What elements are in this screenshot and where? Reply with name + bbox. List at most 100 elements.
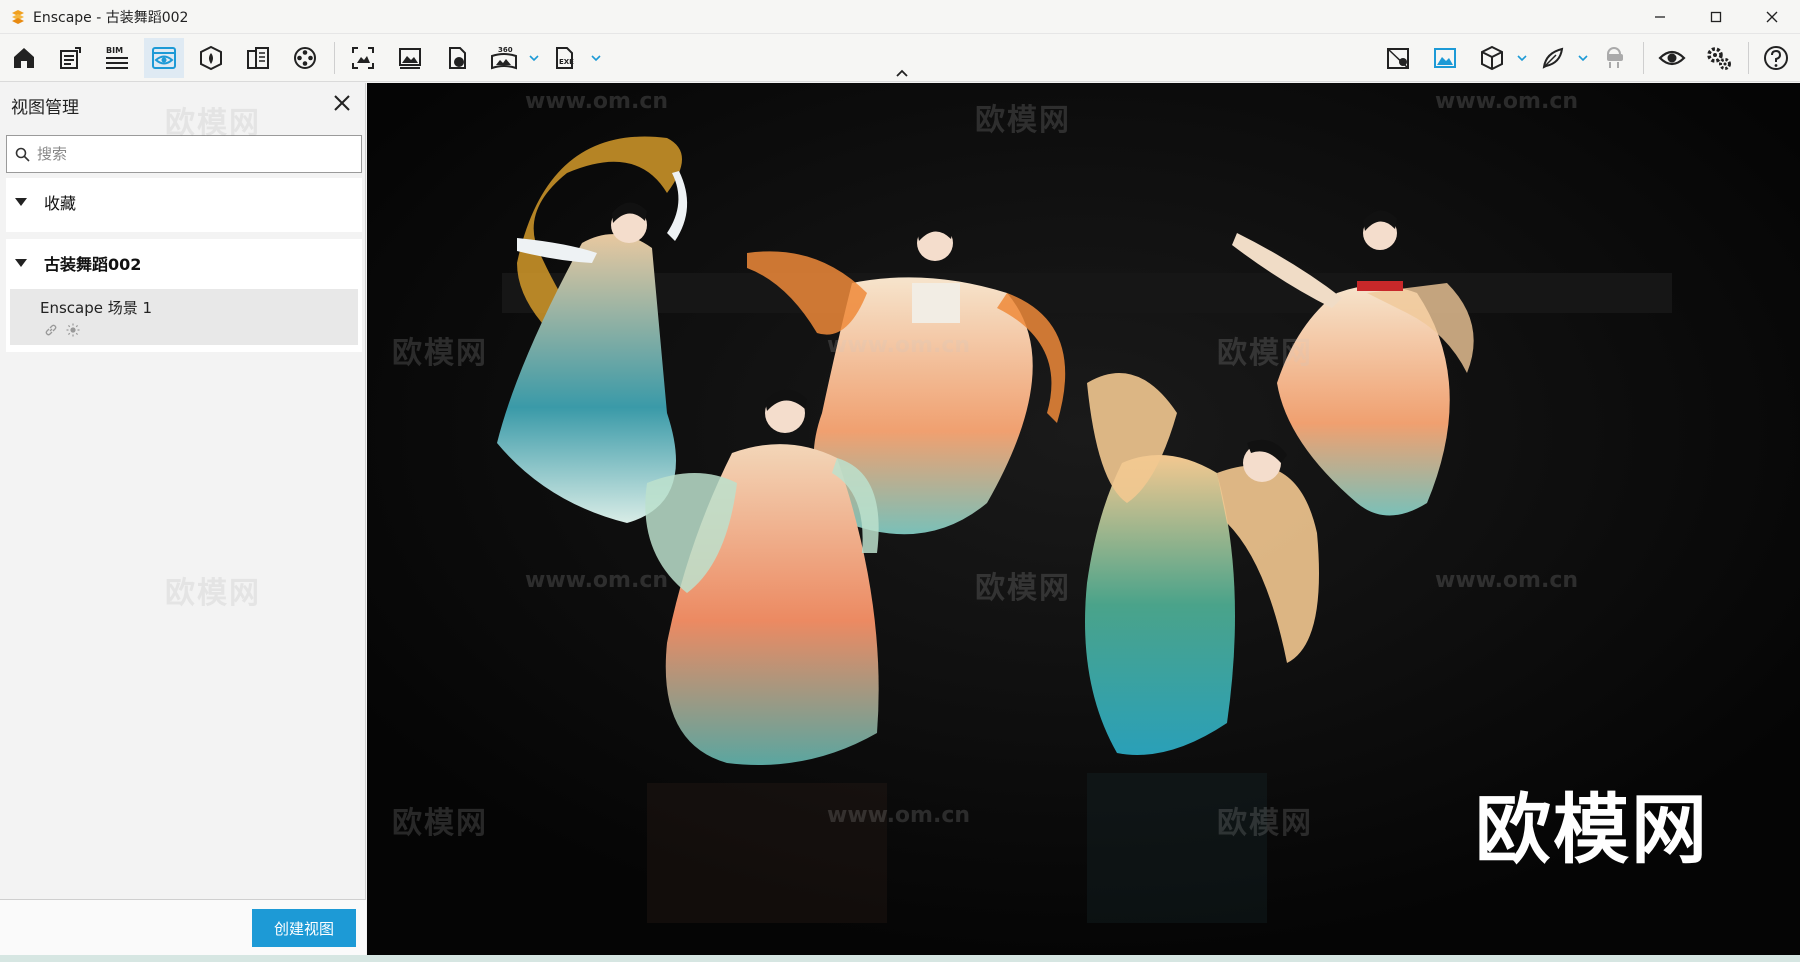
- general-settings-button[interactable]: [1699, 38, 1739, 78]
- export-web-button[interactable]: [437, 38, 477, 78]
- watermark: 欧模网: [1217, 806, 1313, 841]
- maximize-icon: [1710, 11, 1722, 23]
- view-management-panel: 视图管理 收藏 古装舞蹈002 Enscape 场景 1: [0, 83, 366, 955]
- notes-icon: [60, 47, 81, 69]
- project-header[interactable]: 古装舞蹈002: [6, 239, 362, 287]
- bim-icon: BIM: [106, 46, 128, 69]
- scene-name: Enscape 场景 1: [40, 299, 153, 317]
- visual-settings-button[interactable]: [1652, 38, 1692, 78]
- watermark: 欧模网: [392, 806, 488, 841]
- create-view-button[interactable]: 创建视图: [252, 909, 356, 947]
- watermark-url: www.om.cn: [827, 333, 971, 358]
- vr-headset-icon: [1607, 47, 1623, 68]
- chevron-up-icon: [896, 69, 908, 77]
- map-button[interactable]: [1378, 38, 1418, 78]
- batch-render-icon: [399, 48, 421, 69]
- atmosphere-icon: [200, 45, 222, 71]
- render-viewport[interactable]: www.om.cn 欧模网 www.om.cn 欧模网 www.om.cn 欧模…: [367, 83, 1800, 955]
- exe-label: EXE: [559, 58, 574, 66]
- home-icon: [14, 48, 34, 68]
- bim-button[interactable]: BIM: [97, 38, 137, 78]
- watermark: 欧模网: [975, 571, 1071, 606]
- watermark-url: www.om.cn: [827, 803, 971, 828]
- watermark: 欧模网: [392, 336, 488, 371]
- panorama-dropdown[interactable]: [528, 50, 540, 66]
- video-editor-button[interactable]: [285, 38, 325, 78]
- project-section: 古装舞蹈002 Enscape 场景 1: [6, 239, 362, 352]
- export-web-icon: [449, 47, 466, 69]
- toolbar-separator: [1643, 42, 1644, 74]
- link-icon[interactable]: [44, 323, 58, 337]
- render-window-icon: [1434, 48, 1456, 68]
- visual-settings-eye-icon: [1658, 50, 1686, 66]
- view-cube-dropdown[interactable]: [1516, 50, 1528, 66]
- panel-close-button[interactable]: [330, 91, 354, 115]
- toolbar-separator: [1748, 42, 1749, 74]
- feather-dropdown[interactable]: [1577, 50, 1589, 66]
- enscape-logo-icon: [9, 8, 27, 26]
- chevron-down-icon: [591, 55, 601, 62]
- settings-gears-icon: [1707, 47, 1731, 70]
- collapse-toolbar-button[interactable]: [893, 66, 911, 80]
- favorites-label: 收藏: [44, 194, 77, 213]
- toolbar-separator: [334, 42, 335, 74]
- map-pin-icon: [1387, 48, 1409, 69]
- notes-button[interactable]: [50, 38, 90, 78]
- view-cube-icon: [1481, 45, 1503, 71]
- panel-title: 视图管理: [11, 98, 79, 118]
- project-label: 古装舞蹈002: [44, 255, 142, 274]
- feather-button[interactable]: [1533, 38, 1573, 78]
- scene-list-item[interactable]: Enscape 场景 1: [10, 289, 358, 345]
- watermark-url: www.om.cn: [1435, 89, 1579, 114]
- panorama-label: 360: [498, 46, 513, 54]
- asset-library-icon: [247, 47, 269, 69]
- caret-down-icon: [8, 258, 34, 268]
- panel-footer: 创建视图: [0, 899, 366, 955]
- feather-icon: [1542, 47, 1564, 69]
- watermark: 欧模网: [165, 106, 261, 141]
- panorama-button[interactable]: 360: [484, 38, 524, 78]
- help-icon: [1764, 46, 1788, 70]
- sun-icon[interactable]: [66, 323, 80, 337]
- panorama-360-icon: 360: [491, 46, 517, 70]
- views-eye-icon: [152, 47, 176, 69]
- watermark: 欧模网: [1217, 336, 1313, 371]
- caret-down-icon: [8, 197, 34, 207]
- window-title: Enscape - 古装舞蹈002: [33, 9, 189, 26]
- bim-label: BIM: [106, 46, 123, 55]
- big-watermark: 欧模网: [1475, 785, 1709, 874]
- view-cube-button[interactable]: [1472, 38, 1512, 78]
- vr-headset-button[interactable]: [1594, 38, 1634, 78]
- close-window-button[interactable]: [1744, 0, 1800, 34]
- search-input[interactable]: [37, 137, 347, 171]
- watermark: 欧模网: [975, 103, 1071, 138]
- search-icon: [7, 136, 37, 172]
- video-reel-icon: [294, 47, 316, 69]
- maximize-button[interactable]: [1688, 0, 1744, 34]
- chevron-down-icon: [1578, 55, 1588, 62]
- home-button[interactable]: [4, 38, 44, 78]
- minimize-button[interactable]: [1632, 0, 1688, 34]
- favorites-header[interactable]: 收藏: [6, 178, 362, 226]
- asset-library-button[interactable]: [238, 38, 278, 78]
- chevron-down-icon: [529, 55, 539, 62]
- minimize-icon: [1655, 16, 1665, 18]
- help-button[interactable]: [1756, 38, 1796, 78]
- title-bar: Enscape - 古装舞蹈002: [0, 0, 1800, 34]
- favorites-section: 收藏: [6, 178, 362, 232]
- export-exe-dropdown[interactable]: [590, 50, 602, 66]
- views-button[interactable]: [144, 38, 184, 78]
- export-exe-button[interactable]: EXE: [545, 38, 585, 78]
- close-icon: [1766, 11, 1778, 23]
- screenshot-button[interactable]: [343, 38, 383, 78]
- screenshot-icon: [352, 47, 374, 69]
- watermark-url: www.om.cn: [525, 568, 669, 593]
- export-exe-icon: EXE: [556, 47, 574, 69]
- atmosphere-button[interactable]: [191, 38, 231, 78]
- chevron-down-icon: [1517, 55, 1527, 62]
- batch-render-button[interactable]: [390, 38, 430, 78]
- watermark-url: www.om.cn: [525, 89, 669, 114]
- window-bottom-edge: [0, 955, 1800, 962]
- close-icon: [334, 95, 350, 111]
- render-window-button[interactable]: [1425, 38, 1465, 78]
